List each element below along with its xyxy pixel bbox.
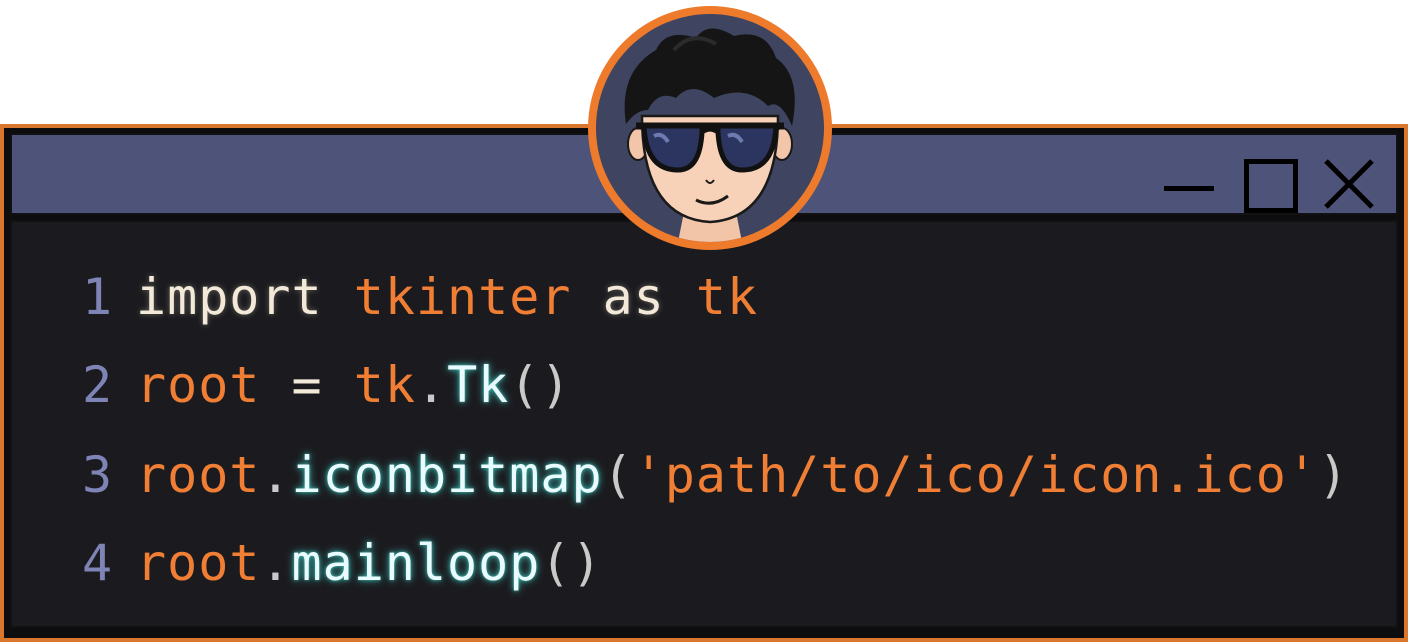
code-token: iconbitmap — [291, 446, 603, 504]
cartoon-avatar-icon — [596, 14, 824, 242]
code-token: ( — [602, 446, 634, 504]
window-controls — [1162, 157, 1376, 213]
code-editor: 1 import tkinter as tk 2 root = tk. Tk() 3 roo… — [10, 220, 1398, 628]
code-token: as — [602, 268, 665, 326]
code-line: 3 root. iconbitmap('path/to/ico/icon.ico') — [82, 440, 1349, 510]
avatar — [588, 6, 832, 250]
code-token: . — [415, 356, 448, 414]
code-token: 'path/to/ico/icon.ico' — [633, 446, 1318, 504]
code-token: () — [509, 356, 572, 414]
code-token: import — [136, 268, 323, 326]
code-token: . — [260, 534, 292, 592]
minimize-icon[interactable] — [1162, 157, 1216, 211]
line-number: 2 — [82, 356, 114, 414]
code-token: root — [136, 356, 261, 414]
code-token: tk — [695, 268, 759, 326]
code-line: 1 import tkinter as tk — [82, 262, 758, 332]
close-icon[interactable] — [1322, 157, 1376, 211]
line-number: 1 — [82, 268, 114, 326]
code-token: = — [260, 356, 354, 414]
code-token: . — [260, 446, 292, 504]
code-token: () — [540, 534, 603, 592]
code-token: root — [136, 446, 261, 504]
line-number: 3 — [82, 446, 114, 504]
code-token: mainloop — [291, 534, 541, 592]
code-token: tkinter — [353, 268, 572, 326]
line-number: 4 — [82, 534, 114, 592]
code-line: 4 root. mainloop() — [82, 528, 603, 598]
code-token: Tk — [447, 356, 510, 414]
code-token: ) — [1317, 446, 1350, 504]
code-token: root — [136, 534, 261, 592]
code-token: tk — [353, 356, 416, 414]
code-line: 2 root = tk. Tk() — [82, 350, 572, 420]
maximize-icon[interactable] — [1242, 157, 1298, 213]
